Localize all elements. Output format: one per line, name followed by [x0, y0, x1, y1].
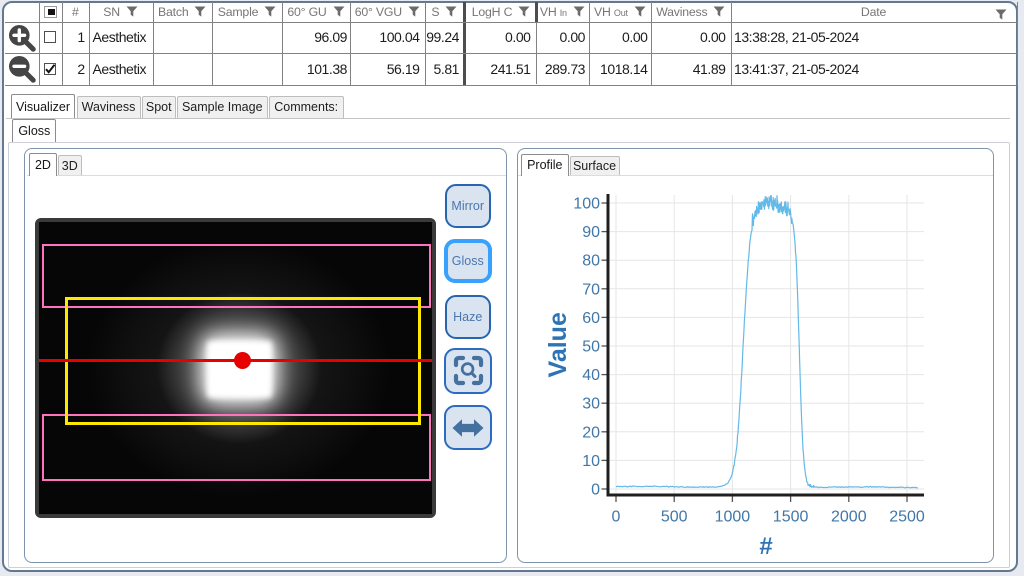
svg-text:1000: 1000: [715, 509, 751, 526]
svg-text:90: 90: [582, 224, 600, 241]
svg-text:80: 80: [582, 253, 600, 270]
svg-text:50: 50: [582, 339, 600, 356]
svg-text:0: 0: [591, 482, 600, 499]
svg-text:2000: 2000: [831, 509, 867, 526]
svg-text:#: #: [759, 533, 772, 560]
svg-text:1500: 1500: [773, 509, 809, 526]
svg-text:10: 10: [582, 453, 600, 470]
svg-text:20: 20: [582, 424, 600, 441]
svg-text:70: 70: [582, 281, 600, 298]
svg-text:40: 40: [582, 367, 600, 384]
svg-text:100: 100: [573, 196, 600, 213]
svg-text:Value: Value: [544, 312, 572, 377]
svg-text:0: 0: [612, 509, 621, 526]
svg-text:60: 60: [582, 310, 600, 327]
svg-text:2500: 2500: [889, 509, 925, 526]
svg-text:500: 500: [661, 509, 688, 526]
svg-text:30: 30: [582, 396, 600, 413]
